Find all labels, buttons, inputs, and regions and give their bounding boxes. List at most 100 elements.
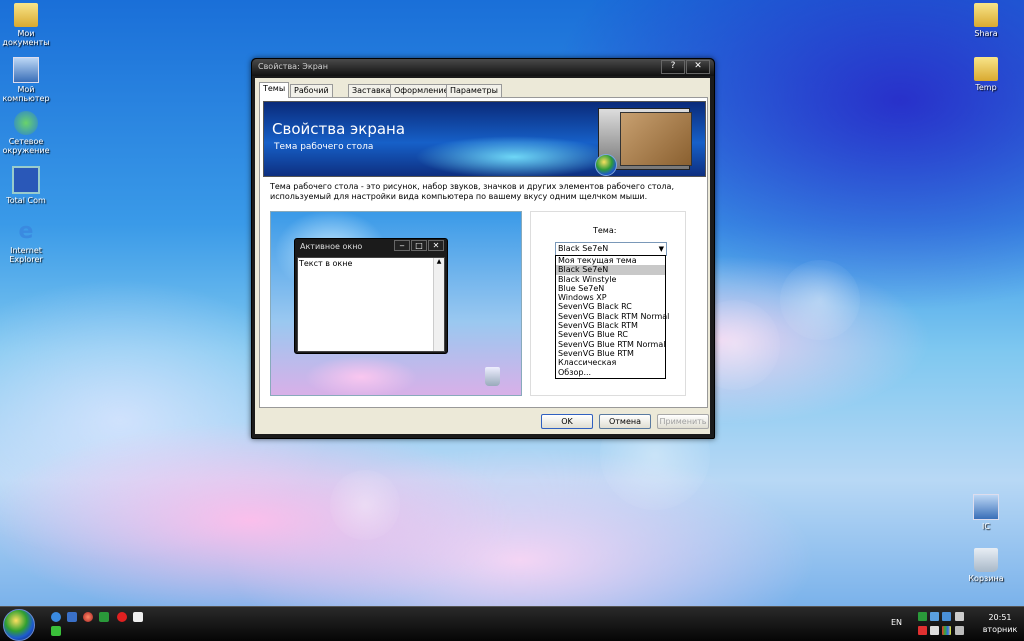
windows-logo-icon — [595, 154, 617, 176]
desktop-icon-my-computer[interactable]: Мой компьютер — [0, 57, 56, 103]
theme-option[interactable]: Обзор... — [556, 368, 665, 377]
window-titlebar[interactable]: Свойства: Экран ? ✕ — [252, 59, 714, 76]
utorrent-quicklaunch-icon[interactable] — [99, 612, 109, 622]
ie-quicklaunch-icon[interactable] — [51, 612, 61, 622]
desktop-icon-label: Temp — [975, 83, 997, 92]
tab-appearance[interactable]: Оформление — [390, 84, 453, 97]
close-icon: ✕ — [428, 240, 444, 251]
desktop-icon-label: Корзина — [968, 574, 1004, 583]
banner-subtitle: Тема рабочего стола — [274, 142, 374, 152]
tab-screensaver[interactable]: Заставка — [348, 84, 395, 97]
desktop-icon-recycle-bin[interactable]: Корзина — [956, 548, 1016, 583]
cancel-button[interactable]: Отмена — [599, 414, 651, 429]
theme-option[interactable]: SevenVG Black RTM Normal — [556, 312, 669, 321]
theme-description: Тема рабочего стола - это рисунок, набор… — [270, 182, 674, 201]
recycle-bin-icon — [485, 367, 500, 386]
desktop-icon-my-documents[interactable]: Мои документы — [0, 3, 56, 47]
folder-icon — [14, 3, 38, 27]
close-button[interactable]: ✕ — [686, 60, 710, 74]
clock-time: 20:51 — [988, 613, 1012, 622]
theme-option[interactable]: SevenVG Black RTM — [556, 321, 665, 330]
preview-window-body: Текст в окне ▲ — [297, 257, 445, 352]
arrows-quicklaunch-icon[interactable] — [51, 626, 61, 636]
clock-day: вторник — [982, 625, 1018, 634]
folder-icon — [974, 3, 998, 27]
start-button[interactable] — [3, 609, 35, 641]
desktop-icon-label: Shara — [974, 29, 998, 38]
pen-tray-icon[interactable] — [930, 626, 939, 635]
network-computer-icon — [973, 494, 999, 520]
tab-settings[interactable]: Параметры — [446, 84, 502, 97]
taskbar: EN 20:51 вторник — [0, 606, 1024, 641]
desktop-icon-label: IC — [982, 522, 990, 531]
tab-themes[interactable]: Темы — [259, 82, 290, 98]
theme-option[interactable]: Black Se7eN — [556, 265, 665, 275]
desktop-icon-network[interactable]: Сетевое окружение — [0, 111, 56, 155]
browser-quicklaunch-icon[interactable] — [83, 612, 93, 622]
theme-select-value: Black Se7eN — [558, 244, 609, 253]
theme-option[interactable]: Blue Se7eN — [556, 284, 665, 293]
computer-icon — [13, 57, 39, 83]
desktop-icon-shara[interactable]: Shara — [956, 3, 1016, 38]
document-quicklaunch-icon[interactable] — [133, 612, 143, 622]
tab-desktop[interactable]: Рабочий стол — [290, 84, 333, 107]
network-tray-icon[interactable] — [942, 612, 951, 621]
themes-panel: Свойства экрана Тема рабочего стола Тема… — [259, 97, 708, 408]
theme-option[interactable]: Black Winstyle — [556, 275, 665, 284]
preview-window: Активное окно ‒ □ ✕ Текст в окне ▲ — [294, 238, 448, 354]
scroll-up-icon: ▲ — [436, 258, 442, 265]
desktop-icon-label: Мой компьютер — [2, 85, 50, 103]
theme-option[interactable]: SevenVG Blue RC — [556, 330, 665, 339]
theme-label: Тема: — [593, 226, 617, 235]
preview-window-title: Активное окно — [300, 242, 363, 251]
desktop-icon-temp[interactable]: Temp — [956, 57, 1016, 92]
theme-option[interactable]: Моя текущая тема — [556, 256, 665, 265]
desktop-icon-label: Мои документы — [2, 29, 50, 47]
desktop-icon-ic[interactable]: IC — [956, 494, 1016, 531]
window-title: Свойства: Экран — [258, 62, 328, 71]
desktop-icon-internet-explorer[interactable]: e Internet Explorer — [0, 219, 56, 265]
opera-quicklaunch-icon[interactable] — [117, 612, 127, 622]
floppy-icon — [12, 166, 40, 194]
ie-icon: e — [18, 219, 34, 244]
theme-option[interactable]: SevenVG Black RC — [556, 302, 665, 311]
network-tray-icon[interactable] — [930, 612, 939, 621]
desktop-icon-total-commander[interactable]: Total Com — [0, 166, 56, 205]
maximize-icon: □ — [411, 240, 427, 251]
help-button[interactable]: ? — [661, 60, 685, 74]
desktop-quicklaunch-icon[interactable] — [67, 612, 77, 622]
preview-window-text: Текст в окне — [299, 259, 353, 268]
theme-option[interactable]: SevenVG Blue RTM Normal — [556, 340, 665, 349]
theme-dropdown-list: Моя текущая тема Black Se7eN Black Winst… — [555, 255, 669, 379]
theme-option[interactable]: Windows XP — [556, 293, 665, 302]
volume-tray-icon[interactable] — [955, 626, 964, 635]
theme-selector-box: Тема: Black Se7eN ▼ Моя текущая тема Bla… — [530, 211, 686, 396]
theme-option[interactable]: Классическая — [556, 358, 665, 367]
chevron-down-icon[interactable]: ▼ — [659, 243, 664, 255]
display-properties-window: Свойства: Экран ? ✕ Темы Рабочий стол За… — [251, 58, 715, 439]
antivirus-tray-icon[interactable] — [918, 626, 927, 635]
banner: Свойства экрана Тема рабочего стола — [263, 101, 706, 177]
desktop-icon-label: Сетевое окружение — [2, 137, 50, 155]
theme-option[interactable]: SevenVG Blue RTM — [556, 349, 665, 358]
network-icon — [14, 111, 38, 135]
window-client-area: Темы Рабочий стол Заставка Оформление Па… — [255, 78, 710, 434]
preview-scrollbar: ▲ — [433, 258, 444, 351]
banner-wallpaper-image — [620, 112, 692, 166]
ok-button[interactable]: OK — [541, 414, 593, 429]
apply-button[interactable]: Применить — [657, 414, 709, 429]
flag-tray-icon[interactable] — [942, 626, 951, 635]
recycle-bin-icon — [974, 548, 998, 572]
banner-title: Свойства экрана — [272, 120, 406, 138]
folder-icon — [974, 57, 998, 81]
utorrent-tray-icon[interactable] — [918, 612, 927, 621]
language-indicator[interactable]: EN — [891, 618, 902, 627]
wallpaper-bokeh — [780, 260, 860, 340]
wallpaper-bokeh — [330, 470, 400, 540]
speaker-icon[interactable] — [955, 612, 964, 621]
minimize-icon: ‒ — [394, 240, 410, 251]
preview-window-buttons: ‒ □ ✕ — [393, 240, 444, 251]
clock[interactable]: 20:51 вторник — [980, 612, 1020, 636]
desktop-icon-label: Total Com — [6, 196, 46, 205]
theme-select[interactable]: Black Se7eN ▼ — [555, 242, 667, 256]
